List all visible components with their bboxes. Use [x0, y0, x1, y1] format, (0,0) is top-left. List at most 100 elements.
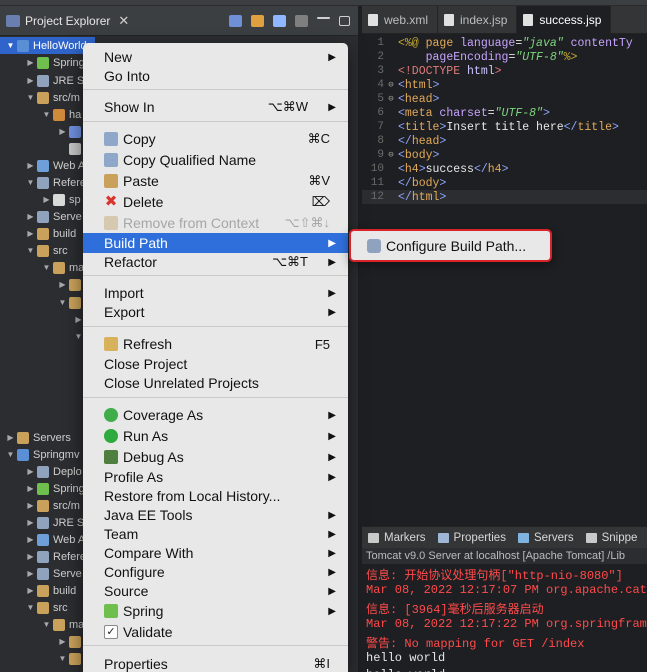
view-tab-snippe[interactable]: Snippe [585, 532, 637, 544]
tree-item-src[interactable]: ▼ src [0, 242, 68, 259]
tree-item-build[interactable]: ▶ build [0, 225, 76, 242]
tree-item-node-31[interactable]: ▼ [0, 650, 85, 667]
expanded-arrow-icon[interactable]: ▼ [74, 332, 83, 341]
code-line[interactable]: 1 <%@ page language="java" contentTy [362, 36, 632, 50]
editor-tab-index-jsp[interactable]: index.jsp [438, 6, 518, 34]
filter-icon[interactable] [273, 14, 286, 27]
expanded-arrow-icon[interactable]: ▼ [42, 263, 51, 272]
tree-item-jre-s[interactable]: ▶ JRE S [0, 514, 84, 531]
code-line[interactable]: 8 </head> [362, 134, 446, 148]
collapsed-arrow-icon[interactable]: ▶ [42, 195, 51, 204]
expanded-arrow-icon[interactable]: ▼ [26, 246, 35, 255]
menu-item-refresh[interactable]: Refresh F5 [83, 334, 348, 354]
maximize-icon[interactable] [339, 15, 350, 26]
tree-item-ma[interactable]: ▼ ma [0, 259, 84, 276]
collapsed-arrow-icon[interactable]: ▶ [58, 637, 67, 646]
view-tab-markers[interactable]: Markers [368, 532, 426, 544]
collapsed-arrow-icon[interactable]: ▶ [26, 76, 35, 85]
minimize-icon[interactable] [317, 16, 330, 19]
collapsed-arrow-icon[interactable]: ▶ [26, 501, 35, 510]
menu-item-copy[interactable]: Copy ⌘C [83, 129, 348, 149]
tree-item-refere[interactable]: ▼ Refere [0, 174, 86, 191]
fold-toggle-icon[interactable]: ⊖ [384, 80, 398, 90]
menu-item-close-project[interactable]: Close Project [83, 354, 348, 374]
tree-item-spring[interactable]: ▶ Spring [0, 480, 85, 497]
expanded-arrow-icon[interactable]: ▼ [26, 93, 35, 102]
collapsed-arrow-icon[interactable]: ▶ [26, 467, 35, 476]
menu-item-copy-qualified-name[interactable]: Copy Qualified Name [83, 150, 348, 170]
code-line[interactable]: 11 </body> [362, 176, 447, 190]
menu-item-properties[interactable]: Properties ⌘I [83, 654, 348, 672]
expanded-arrow-icon[interactable]: ▼ [6, 450, 15, 459]
expanded-arrow-icon[interactable]: ▼ [6, 41, 15, 50]
code-line[interactable]: 2 pageEncoding="UTF-8"%> [362, 50, 577, 64]
menu-item-configure-build-path[interactable]: Configure Build Path... [351, 236, 550, 256]
code-line[interactable]: 12 </html> [362, 190, 647, 204]
menu-item-import[interactable]: Import ▶ [83, 283, 348, 303]
menu-item-paste[interactable]: Paste ⌘V [83, 171, 348, 191]
tree-item-build[interactable]: ▶ build [0, 582, 76, 599]
tree-item-src-m[interactable]: ▶ src/m [0, 497, 80, 514]
code-editor[interactable]: 1 <%@ page language="java" contentTy 2 pag… [362, 34, 647, 518]
collapsed-arrow-icon[interactable]: ▶ [26, 535, 35, 544]
tree-item-src-m[interactable]: ▼ src/m [0, 89, 80, 106]
menu-item-restore-from-local-history[interactable]: Restore from Local History... [83, 486, 348, 506]
menu-item-team[interactable]: Team ▶ [83, 524, 348, 544]
close-icon[interactable]: ✕ [118, 13, 129, 29]
view-tab-properties[interactable]: Properties [437, 532, 506, 544]
expanded-arrow-icon[interactable]: ▼ [58, 654, 67, 663]
tree-item-serve[interactable]: ▶ Serve [0, 565, 82, 582]
collapsed-arrow-icon[interactable]: ▶ [6, 433, 15, 442]
menu-item-close-unrelated-projects[interactable]: Close Unrelated Projects [83, 373, 348, 393]
tree-item-spring[interactable]: ▶ Spring [0, 54, 85, 71]
tree-item-ha[interactable]: ▼ ha [0, 106, 81, 123]
tree-item-ma[interactable]: ▼ ma [0, 616, 84, 633]
fold-toggle-icon[interactable]: ⊖ [384, 94, 398, 104]
collapsed-arrow-icon[interactable]: ▶ [74, 315, 83, 324]
menu-item-compare-with[interactable]: Compare With ▶ [83, 543, 348, 563]
tree-item-web-a[interactable]: ▶ Web A [0, 531, 85, 548]
tree-item-src[interactable]: ▼ src [0, 599, 68, 616]
console-output[interactable]: 信息: 开始协议处理句柄["http-nio-8080"] Mar 08, 202… [362, 564, 647, 672]
menu-item-run-as[interactable]: Run As ▶ [83, 426, 348, 446]
tree-item-node-14[interactable]: ▶ [0, 276, 85, 293]
tree-item-serve[interactable]: ▶ Serve [0, 208, 82, 225]
expanded-arrow-icon[interactable]: ▼ [42, 620, 51, 629]
project-explorer-title[interactable]: Project Explorer [25, 14, 110, 28]
expanded-arrow-icon[interactable]: ▼ [26, 603, 35, 612]
menu-item-refactor[interactable]: Refactor ⌥⌘T ▶ [83, 252, 348, 272]
collapsed-arrow-icon[interactable]: ▶ [26, 58, 35, 67]
menu-item-new[interactable]: New ▶ [83, 47, 348, 67]
tree-item-node-5[interactable]: ▶ [0, 123, 85, 140]
tree-item-sp[interactable]: ▶ sp [0, 191, 81, 208]
tree-item-springmv[interactable]: ▼ Springmv [0, 446, 79, 463]
tree-item-jre-s[interactable]: ▶ JRE S [0, 72, 84, 89]
menu-item-source[interactable]: Source ▶ [83, 581, 348, 601]
collapsed-arrow-icon[interactable]: ▶ [26, 552, 35, 561]
menu-item-configure[interactable]: Configure ▶ [83, 562, 348, 582]
view-tab-servers[interactable]: Servers [517, 532, 574, 544]
link-with-editor-icon[interactable] [251, 14, 264, 27]
expanded-arrow-icon[interactable]: ▼ [26, 178, 35, 187]
menu-item-export[interactable]: Export ▶ [83, 302, 348, 322]
menu-item-delete[interactable]: ✖ Delete ⌦ [83, 192, 348, 212]
code-line[interactable]: 3 <!DOCTYPE html> [362, 64, 501, 78]
code-line[interactable]: 9 ⊖ <body> [362, 148, 439, 162]
code-line[interactable]: 7 <title>Insert title here</title> [362, 120, 619, 134]
expanded-arrow-icon[interactable]: ▼ [42, 110, 51, 119]
collapsed-arrow-icon[interactable]: ▶ [26, 518, 35, 527]
tree-item-node-30[interactable]: ▶ [0, 633, 85, 650]
tree-item-web-a[interactable]: ▶ Web A [0, 157, 85, 174]
menu-item-java-ee-tools[interactable]: Java EE Tools ▶ [83, 505, 348, 525]
tree-item-refere[interactable]: ▶ Refere [0, 548, 86, 565]
collapse-all-icon[interactable] [229, 14, 242, 27]
code-line[interactable]: 6 <meta charset="UTF-8"> [362, 106, 549, 120]
code-line[interactable]: 4 ⊖ <html> [362, 78, 439, 92]
collapsed-arrow-icon[interactable]: ▶ [26, 212, 35, 221]
menu-item-go-into[interactable]: Go Into [83, 66, 348, 86]
editor-tab-success-jsp[interactable]: success.jsp [517, 6, 612, 34]
view-menu-icon[interactable] [295, 14, 308, 27]
menu-item-validate[interactable]: ✓ Validate [83, 622, 348, 642]
menu-item-profile-as[interactable]: Profile As ▶ [83, 467, 348, 487]
tree-item-helloworld[interactable]: ▼ HelloWorld [0, 37, 95, 54]
